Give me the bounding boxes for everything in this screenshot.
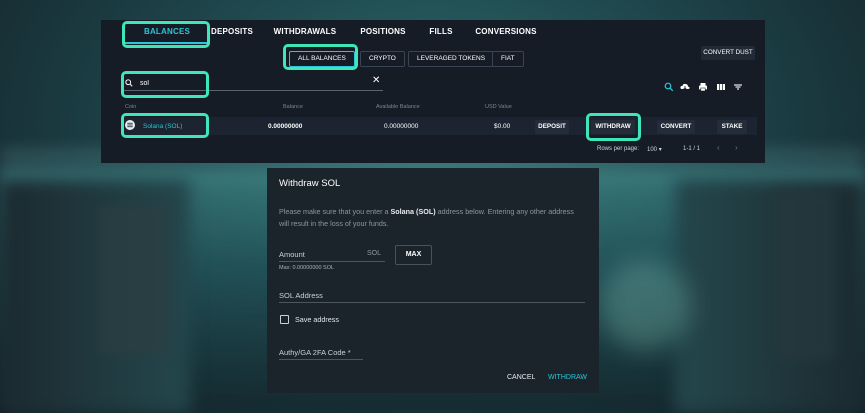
save-address-label: Save address — [295, 315, 339, 324]
filter-all-balances[interactable]: ALL BALANCES — [289, 51, 355, 67]
warning-coin-name: Solana (SOL) — [390, 207, 436, 216]
convert-button[interactable]: CONVERT — [657, 120, 695, 134]
amount-underline — [279, 261, 385, 262]
withdraw-row-button[interactable]: WITHDRAW — [591, 120, 635, 134]
rows-per-page-value: 100 — [647, 147, 658, 153]
balance-cell: 0.00000000 — [268, 123, 303, 130]
amount-unit: SOL — [367, 250, 382, 257]
usd-value-cell: $0.00 — [494, 123, 511, 130]
background-door-left — [100, 205, 170, 355]
search-input[interactable] — [138, 76, 342, 91]
background-right — [675, 180, 865, 413]
balances-panel: BALANCES DEPOSITS WITHDRAWALS POSITIONS … — [101, 20, 765, 163]
filter-crypto[interactable]: CRYPTO — [360, 51, 405, 67]
tab-conversions[interactable]: CONVERSIONS — [475, 20, 537, 42]
column-coin: Coin — [125, 104, 137, 110]
convert-dust-button[interactable]: CONVERT DUST — [701, 46, 755, 60]
available-balance-cell: 0.00000000 — [384, 123, 419, 130]
column-usd-value: USD Value — [485, 104, 512, 110]
filter-fiat[interactable]: FIAT — [492, 51, 524, 67]
filter-icon[interactable] — [733, 82, 743, 92]
stake-button[interactable]: STAKE — [717, 120, 747, 134]
2fa-code-field[interactable]: Authy/GA 2FA Code * — [279, 348, 351, 357]
column-balance: Balance — [283, 104, 303, 110]
withdraw-button[interactable]: WITHDRAW — [548, 374, 587, 381]
coin-name-link[interactable]: Solana (SOL) — [143, 123, 182, 130]
pagination-range: 1-1 / 1 — [683, 146, 701, 152]
cancel-button[interactable]: CANCEL — [507, 374, 535, 381]
max-button[interactable]: MAX — [395, 245, 432, 265]
caret-down-icon: ▾ — [658, 147, 662, 153]
print-icon[interactable] — [698, 82, 708, 92]
search-icon — [125, 79, 133, 87]
background-light — [600, 260, 690, 350]
solana-icon — [125, 120, 135, 130]
column-available-balance: Available Balance — [376, 104, 420, 110]
tab-deposits[interactable]: DEPOSITS — [209, 20, 255, 42]
amount-field[interactable]: Amount — [279, 250, 305, 259]
rows-per-page-select[interactable]: 100 ▾ — [647, 146, 662, 153]
search-bar: ✕ — [123, 75, 383, 91]
amount-max-hint: Max: 0.00000000 SOL — [279, 265, 335, 271]
columns-icon[interactable] — [716, 82, 726, 92]
save-address-checkbox[interactable] — [280, 315, 289, 324]
close-icon[interactable]: ✕ — [372, 75, 380, 86]
dialog-warning: Please make sure that you enter a Solana… — [279, 206, 584, 230]
withdraw-dialog: Withdraw SOL Please make sure that you e… — [267, 168, 599, 393]
dialog-title: Withdraw SOL — [279, 178, 341, 189]
background-door-right — [775, 190, 835, 360]
rows-per-page-label: Rows per page: — [597, 146, 640, 152]
cloud-download-icon[interactable] — [680, 82, 690, 92]
tab-fills[interactable]: FILLS — [426, 20, 456, 42]
sol-address-field[interactable]: SOL Address — [279, 291, 323, 300]
chevron-left-icon[interactable]: ‹ — [717, 143, 720, 152]
search-icon[interactable] — [664, 82, 674, 92]
warning-text-pre: Please make sure that you enter a — [279, 207, 391, 216]
tab-withdrawals[interactable]: WITHDRAWALS — [273, 20, 337, 42]
2fa-underline — [279, 359, 363, 360]
chevron-right-icon[interactable]: › — [735, 143, 738, 152]
deposit-button[interactable]: DEPOSIT — [535, 120, 569, 134]
address-underline — [279, 302, 585, 303]
tab-positions[interactable]: POSITIONS — [356, 20, 410, 42]
filter-leveraged-tokens[interactable]: LEVERAGED TOKENS — [408, 51, 495, 67]
tab-balances[interactable]: BALANCES — [125, 20, 209, 44]
